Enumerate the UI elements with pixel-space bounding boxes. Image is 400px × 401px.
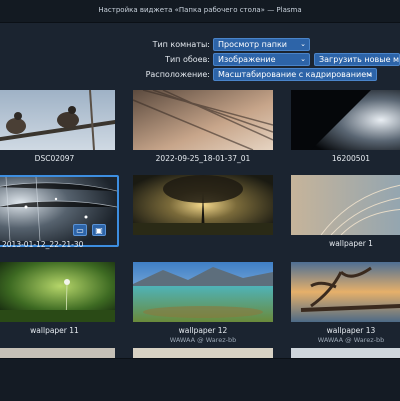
chevron-down-icon: ⌄ [300, 55, 306, 63]
wallpaper-name: wallpaper 11 [30, 326, 79, 335]
wallpaper-thumbnail [133, 262, 273, 322]
wallpaper-name: 2022-09-25_18-01-37_01 [155, 154, 251, 163]
trash-icon[interactable]: ▣ [92, 224, 106, 236]
window-title: Настройка виджета «Папка рабочего стола»… [98, 6, 302, 14]
wallpaper-name: 16200501 [331, 154, 371, 163]
wallpaper-type-value: Изображение [218, 55, 276, 64]
wallpaper-tile[interactable]: wallpaper 1 [291, 175, 400, 251]
wallpaper-tile[interactable]: 16200501 [291, 90, 400, 166]
wallpaper-name: DSC02097 [34, 154, 75, 163]
title-bar: Настройка виджета «Папка рабочего стола»… [0, 0, 400, 23]
wallpaper-tile[interactable] [291, 348, 400, 358]
wallpaper-tile[interactable]: wallpaper 12 WAWAA @ Warez-bb [133, 262, 273, 348]
room-type-value: Просмотр папки [218, 40, 287, 49]
wallpaper-grid: DSC02097 2022-09-25_18-01-37_01 16200501 [0, 90, 400, 358]
wallpaper-type-combo[interactable]: Изображение ⌄ [213, 53, 310, 66]
wallpaper-thumbnail [0, 90, 115, 150]
wallpaper-type-label: Тип обоев: [165, 55, 210, 64]
wallpaper-tile-selected[interactable]: ▭ ▣ [0, 175, 119, 247]
wallpaper-tile[interactable] [0, 348, 115, 358]
wallpaper-tile[interactable]: 2022-09-25_18-01-37_01 [133, 90, 273, 166]
wallpaper-author: WAWAA @ Warez-bb [169, 336, 237, 344]
wallpaper-thumbnail [291, 262, 400, 322]
position-value: Масштабирование с кадрированием [218, 70, 373, 79]
position-row: Расположение: Масштабирование с кадриров… [0, 68, 400, 81]
position-label: Расположение: [145, 70, 210, 79]
wallpaper-tile[interactable]: wallpaper 11 [0, 262, 115, 348]
wallpaper-name: 2013-01-12_22-21-30 [2, 240, 84, 249]
download-wallpapers-button[interactable]: Загрузить новые мод [314, 53, 400, 66]
wallpaper-thumbnail [291, 90, 400, 150]
wallpaper-author: WAWAA @ Warez-bb [317, 336, 385, 344]
wallpaper-name: wallpaper 1 [329, 239, 373, 248]
wallpaper-tile[interactable] [133, 348, 273, 358]
wallpaper-thumbnail [291, 175, 400, 235]
wallpaper-type-row: Тип обоев: Изображение ⌄ Загрузить новые… [0, 53, 400, 66]
room-type-combo[interactable]: Просмотр папки ⌄ [213, 38, 310, 51]
wallpaper-thumbnail [133, 90, 273, 150]
wallpaper-tile[interactable]: DSC02097 [0, 90, 115, 166]
wallpaper-thumbnail [133, 175, 273, 235]
room-type-label: Тип комнаты: [152, 40, 210, 49]
room-type-row: Тип комнаты: Просмотр папки ⌄ [0, 38, 400, 51]
wallpaper-tile[interactable]: wallpaper 13 WAWAA @ Warez-bb [291, 262, 400, 348]
wallpaper-name: wallpaper 13 [326, 326, 376, 335]
wallpaper-name: wallpaper 12 [178, 326, 228, 335]
chevron-down-icon: ⌄ [300, 40, 306, 48]
dialog-button-bar [0, 358, 400, 401]
chevron-down-icon: ⌄ [367, 70, 373, 78]
wallpaper-tile[interactable] [133, 175, 273, 251]
folder-icon[interactable]: ▭ [73, 224, 87, 236]
wallpaper-thumbnail [0, 262, 115, 322]
position-combo[interactable]: Масштабирование с кадрированием ⌄ [213, 68, 377, 81]
